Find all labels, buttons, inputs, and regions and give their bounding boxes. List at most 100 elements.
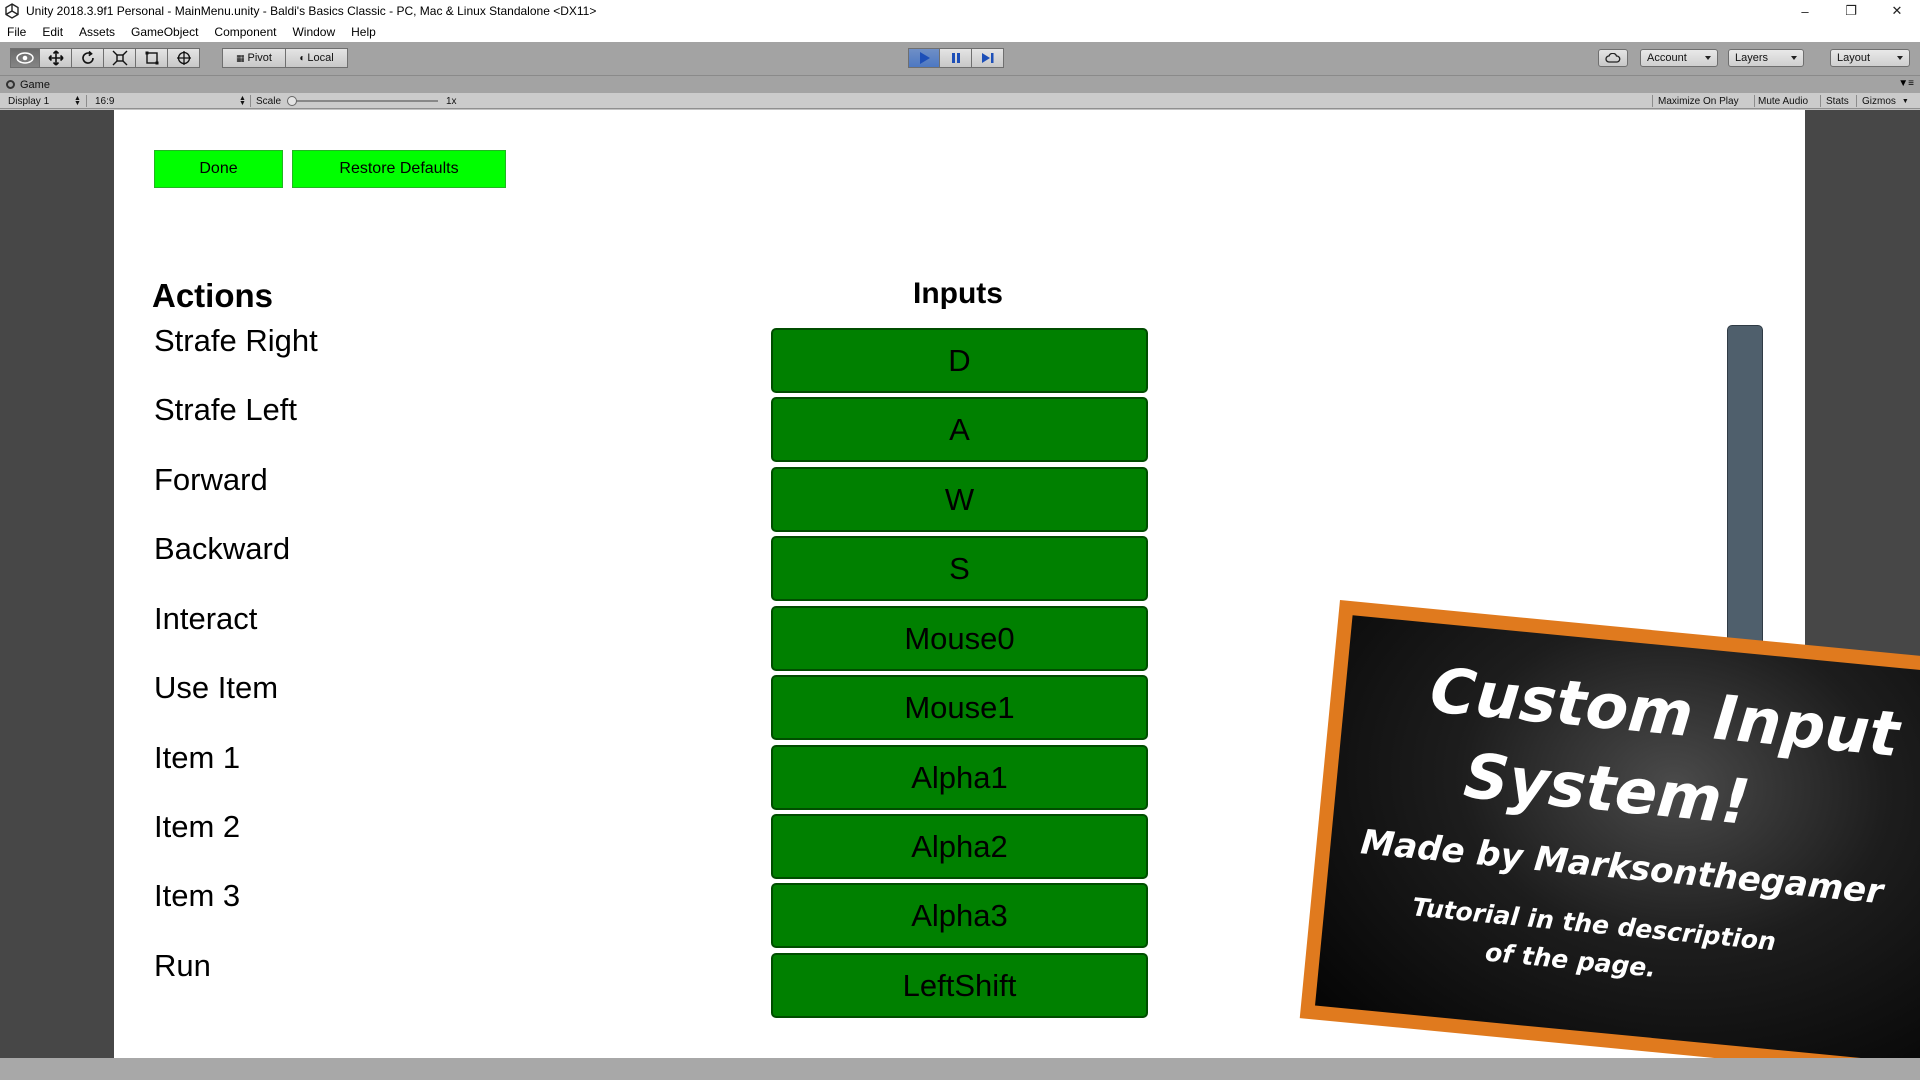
local-label: Local xyxy=(307,52,334,64)
caret-down-icon xyxy=(1705,56,1711,60)
action-label: Item 2 xyxy=(154,809,241,844)
aspect-dropdown[interactable]: 16:9 ▲ ▼ xyxy=(95,93,247,109)
action-label: Interact xyxy=(154,601,258,636)
menu-help[interactable]: Help xyxy=(343,25,384,39)
game-controller-icon xyxy=(6,80,15,89)
caret-down-icon xyxy=(1897,56,1903,60)
rotate-tool-button[interactable] xyxy=(72,48,104,68)
rect-tool-button[interactable] xyxy=(136,48,168,68)
aspect-label: 16:9 xyxy=(95,95,115,107)
action-label: Item 1 xyxy=(154,740,241,775)
play-button[interactable] xyxy=(908,48,940,68)
transform-tool-button[interactable] xyxy=(168,48,200,68)
account-label: Account xyxy=(1647,52,1687,64)
input-binding-button[interactable]: Alpha1 xyxy=(771,745,1148,810)
gizmos-label: Gizmos xyxy=(1862,95,1896,107)
window-title: Unity 2018.3.9f1 Personal - MainMenu.uni… xyxy=(26,4,597,18)
input-binding-button[interactable]: Mouse0 xyxy=(771,606,1148,671)
step-icon xyxy=(981,53,993,63)
game-tab-label: Game xyxy=(20,78,50,91)
divider xyxy=(1652,95,1653,107)
game-view-controls: Display 1 ▲ ▼ 16:9 ▲ ▼ Scale 1x Maximize O… xyxy=(0,93,1920,109)
action-label: Strafe Right xyxy=(154,323,318,358)
view-tool-button[interactable] xyxy=(10,48,40,68)
menu-component[interactable]: Component xyxy=(206,25,284,39)
done-button[interactable]: Done xyxy=(154,150,283,188)
pivot-icon: ▦ xyxy=(236,52,245,63)
play-controls xyxy=(908,48,1004,68)
play-icon xyxy=(920,52,930,64)
stats-toggle[interactable]: Stats xyxy=(1826,93,1849,109)
account-dropdown[interactable]: Account xyxy=(1640,49,1718,67)
collab-cloud-button[interactable] xyxy=(1598,49,1628,67)
restore-defaults-button[interactable]: Restore Defaults xyxy=(292,150,506,188)
pause-button[interactable] xyxy=(940,48,972,68)
window-controls: – ❐ ✕ xyxy=(1782,0,1920,22)
updown-arrows-icon: ▲ ▼ xyxy=(239,95,246,107)
layout-label: Layout xyxy=(1837,52,1871,64)
globe-icon: ◐ xyxy=(299,52,306,64)
pause-icon xyxy=(951,53,960,63)
gizmos-dropdown[interactable]: Gizmos ▼ xyxy=(1862,93,1909,109)
input-binding-button[interactable]: Mouse1 xyxy=(771,675,1148,740)
input-binding-button[interactable]: W xyxy=(771,467,1148,532)
inputs-heading: Inputs xyxy=(913,277,1003,310)
display-dropdown[interactable]: Display 1 ▲ ▼ xyxy=(8,93,82,109)
updown-arrows-icon: ▲ ▼ xyxy=(74,95,81,107)
scale-tool-button[interactable] xyxy=(104,48,136,68)
game-tab-bar: Game ▼≡ xyxy=(0,76,1920,93)
action-label: Strafe Left xyxy=(154,392,298,427)
transform-tools xyxy=(10,48,200,68)
action-label: Run xyxy=(154,948,211,983)
input-binding-button[interactable]: A xyxy=(771,397,1148,462)
action-label: Forward xyxy=(154,462,268,497)
tab-menu-icon[interactable]: ▼≡ xyxy=(1898,78,1914,89)
input-binding-button[interactable]: S xyxy=(771,536,1148,601)
scale-slider-handle[interactable] xyxy=(287,96,297,106)
divider xyxy=(1856,95,1857,107)
status-bar xyxy=(0,1058,1920,1080)
divider xyxy=(1754,95,1755,107)
scale-icon xyxy=(112,50,127,66)
mute-audio-toggle[interactable]: Mute Audio xyxy=(1758,93,1808,109)
menu-window[interactable]: Window xyxy=(284,25,343,39)
minimize-button[interactable]: – xyxy=(1782,0,1828,22)
menu-edit[interactable]: Edit xyxy=(34,25,71,39)
layers-label: Layers xyxy=(1735,52,1769,64)
input-binding-button[interactable]: D xyxy=(771,328,1148,393)
layers-dropdown[interactable]: Layers xyxy=(1728,49,1804,67)
action-label: Backward xyxy=(154,531,291,566)
rotate-icon xyxy=(81,50,94,64)
unity-logo-icon xyxy=(5,3,19,19)
pivot-toggle-button[interactable]: ▦ Pivot xyxy=(222,48,286,68)
caret-down-icon: ▼ xyxy=(1901,97,1909,105)
divider xyxy=(250,95,251,107)
menu-file[interactable]: File xyxy=(0,25,34,39)
menu-gameobject[interactable]: GameObject xyxy=(123,25,206,39)
scale-value: 1x xyxy=(446,95,457,107)
scale-slider-track[interactable] xyxy=(290,100,438,102)
game-tab[interactable]: Game xyxy=(0,76,50,93)
chalkboard-banner: Custom Input System! Made by Marksontheg… xyxy=(1299,600,1920,1080)
chalkboard-surface: Custom Input System! Made by Marksontheg… xyxy=(1315,615,1920,1065)
move-tool-button[interactable] xyxy=(40,48,72,68)
move-arrows-icon xyxy=(47,50,64,66)
divider xyxy=(86,95,87,107)
input-binding-button[interactable]: Alpha3 xyxy=(771,883,1148,948)
action-label: Item 3 xyxy=(154,878,241,913)
step-button[interactable] xyxy=(972,48,1004,68)
window-titlebar: Unity 2018.3.9f1 Personal - MainMenu.uni… xyxy=(0,0,1920,22)
restore-button[interactable]: ❐ xyxy=(1828,0,1874,22)
input-binding-button[interactable]: LeftShift xyxy=(771,953,1148,1018)
layout-dropdown[interactable]: Layout xyxy=(1830,49,1910,67)
caret-down-icon xyxy=(1791,56,1797,60)
eye-icon xyxy=(16,52,34,64)
menu-assets[interactable]: Assets xyxy=(71,25,123,39)
pivot-group: ▦ Pivot ◐ Local xyxy=(222,48,348,68)
actions-heading: Actions xyxy=(152,277,274,314)
local-toggle-button[interactable]: ◐ Local xyxy=(286,48,348,68)
input-binding-button[interactable]: Alpha2 xyxy=(771,814,1148,879)
close-button[interactable]: ✕ xyxy=(1874,0,1920,22)
rect-tool-icon xyxy=(145,51,158,65)
maximize-on-play-toggle[interactable]: Maximize On Play xyxy=(1658,93,1739,109)
